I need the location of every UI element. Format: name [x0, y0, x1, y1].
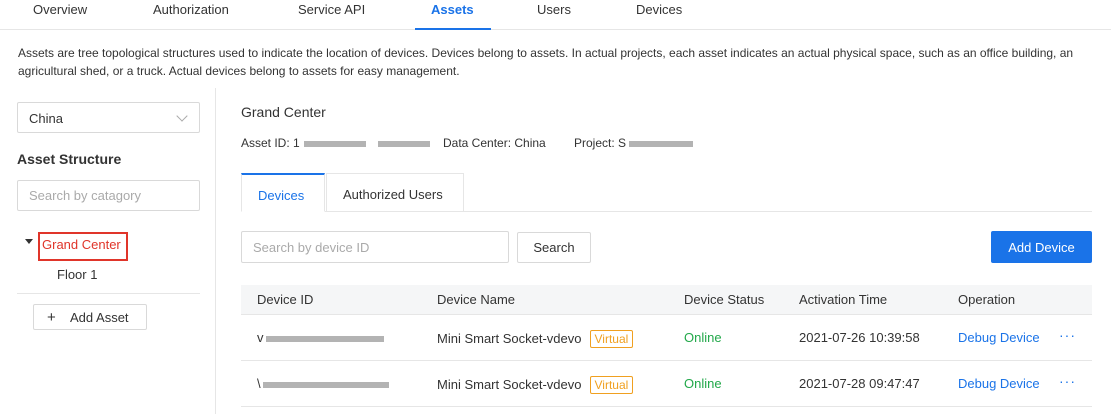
device-status: Online [684, 330, 722, 345]
redacted-value [265, 335, 384, 342]
add-asset-button[interactable]: + Add Asset [33, 304, 147, 330]
redacted-value [377, 140, 430, 147]
asset-title: Grand Center [241, 104, 326, 120]
category-search-input[interactable] [17, 180, 200, 211]
region-select[interactable]: China [17, 102, 200, 133]
device-id-prefix: \ [257, 376, 261, 391]
tab-devices-label: Devices [258, 188, 305, 203]
table-row: v Mini Smart Socket-vdevo Virtual Online … [241, 315, 1092, 361]
device-name: Mini Smart Socket-vdevo Virtual [437, 376, 634, 394]
tabs-underline [241, 211, 1092, 212]
asset-sidebar: China Asset Structure Grand Center Floor… [0, 88, 216, 414]
page-description: Assets are tree topological structures u… [18, 46, 1074, 78]
debug-device-link[interactable]: Debug Device [958, 376, 1040, 391]
device-status: Online [684, 376, 722, 391]
header-activation-time: Activation Time [799, 292, 888, 307]
add-device-button[interactable]: Add Device [991, 231, 1092, 263]
debug-device-link[interactable]: Debug Device [958, 330, 1040, 345]
device-id: \ [257, 376, 389, 391]
project-text: Project: S [574, 136, 627, 150]
asset-id-text: Asset ID: 1 [241, 136, 300, 150]
header-operation: Operation [958, 292, 1016, 307]
tree-node-floor-1[interactable]: Floor 1 [57, 267, 97, 282]
divider [17, 293, 200, 294]
tab-users[interactable]: Users [537, 2, 571, 17]
tab-authorization[interactable]: Authorization [153, 2, 229, 17]
top-nav: Overview Authorization Service API Asset… [0, 0, 1111, 30]
data-center: Data Center: China [443, 136, 546, 150]
device-search-input[interactable] [241, 231, 509, 263]
add-asset-label: Add Asset [70, 310, 129, 325]
tab-assets[interactable]: Assets [431, 2, 474, 17]
device-name-text: Mini Smart Socket-vdevo [437, 377, 582, 392]
active-tab-indicator [415, 28, 491, 30]
tree-node-grand-center[interactable]: Grand Center [38, 232, 128, 261]
asset-structure-title: Asset Structure [17, 151, 122, 167]
tab-overview[interactable]: Overview [33, 2, 87, 17]
chevron-down-icon [176, 110, 188, 122]
activation-time: 2021-07-28 09:47:47 [799, 376, 920, 391]
tree-node-label: Grand Center [42, 237, 121, 252]
header-device-status: Device Status [684, 292, 765, 307]
tab-service-api[interactable]: Service API [298, 2, 365, 17]
tab-devices-list[interactable]: Devices [241, 173, 325, 212]
header-device-name: Device Name [437, 292, 516, 307]
search-button[interactable]: Search [517, 232, 591, 263]
redacted-value [303, 140, 366, 147]
device-name-text: Mini Smart Socket-vdevo [437, 331, 582, 346]
asset-id: Asset ID: 1 [241, 136, 430, 150]
device-id: v [257, 330, 384, 345]
device-id-prefix: v [257, 330, 264, 345]
more-actions-icon[interactable]: ··· [1059, 327, 1076, 343]
activation-time: 2021-07-26 10:39:58 [799, 330, 920, 345]
project: Project: S [574, 136, 694, 150]
device-name: Mini Smart Socket-vdevo Virtual [437, 330, 634, 348]
region-select-value: China [29, 111, 63, 126]
redacted-value [262, 381, 389, 388]
virtual-badge: Virtual [589, 376, 634, 394]
more-actions-icon[interactable]: ··· [1059, 373, 1076, 389]
tab-authorized-users[interactable]: Authorized Users [326, 173, 464, 212]
tab-devices[interactable]: Devices [636, 2, 682, 17]
plus-icon: + [47, 309, 56, 326]
header-device-id: Device ID [257, 292, 314, 307]
virtual-badge: Virtual [589, 330, 634, 348]
tab-authorized-users-label: Authorized Users [343, 187, 443, 202]
caret-down-icon[interactable] [25, 239, 33, 244]
table-row: \ Mini Smart Socket-vdevo Virtual Online … [241, 361, 1092, 407]
redacted-value [629, 140, 694, 147]
table-header: Device ID Device Name Device Status Acti… [241, 285, 1092, 315]
